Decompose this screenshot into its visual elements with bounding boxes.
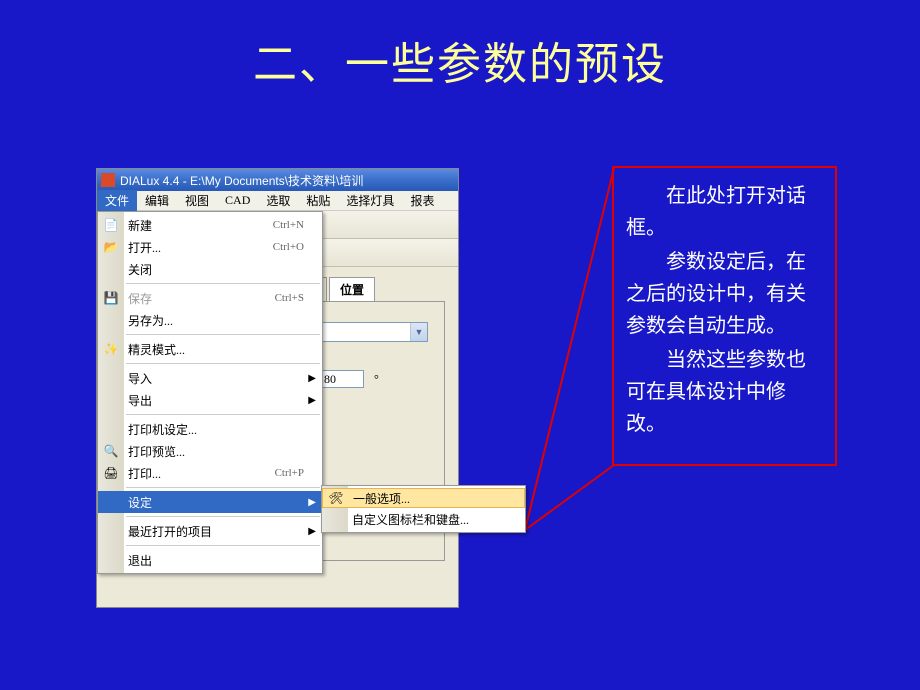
menu-separator — [126, 334, 320, 335]
menu-edit[interactable]: 编辑 — [137, 190, 177, 211]
settings-submenu: 🛠 一般选项... 自定义图标栏和键盘... — [321, 485, 526, 533]
mi-save-shortcut: Ctrl+S — [275, 292, 304, 304]
titlebar: DIALux 4.4 - E:\My Documents\技术资料\培训 — [97, 169, 458, 191]
save-icon: 💾 — [102, 289, 120, 307]
chevron-right-icon: ▶ — [308, 497, 316, 508]
mi-saveas-label: 另存为... — [128, 312, 173, 329]
menu-item-print-preview[interactable]: 🔍 打印预览... — [98, 440, 322, 462]
chevron-down-icon: ▼ — [410, 323, 427, 341]
width-unit: ° — [374, 372, 379, 387]
chevron-right-icon: ▶ — [308, 373, 316, 384]
menu-item-export[interactable]: 导出 ▶ — [98, 389, 322, 411]
menu-item-recent[interactable]: 最近打开的项目 ▶ — [98, 520, 322, 542]
menu-view[interactable]: 视图 — [177, 190, 217, 211]
wizard-icon: ✨ — [102, 340, 120, 358]
menu-separator — [126, 545, 320, 546]
window-title: DIALux 4.4 - E:\My Documents\技术资料\培训 — [120, 172, 363, 189]
menu-luminaire[interactable]: 选择灯具 — [338, 190, 402, 211]
new-file-icon: 📄 — [102, 216, 120, 234]
menu-item-open[interactable]: 📂 打开... Ctrl+O — [98, 236, 322, 258]
callout-box: 在此处打开对话框。 参数设定后，在之后的设计中，有关参数会自动生成。 当然这些参… — [612, 166, 837, 466]
mi-new-label: 新建 — [128, 217, 152, 234]
mi-wizard-label: 精灵模式... — [128, 341, 185, 358]
mi-settings-label: 设定 — [128, 494, 152, 511]
callout-p2: 参数设定后，在之后的设计中，有关参数会自动生成。 — [626, 246, 823, 342]
mi-preview-label: 打印预览... — [128, 443, 185, 460]
menu-item-import[interactable]: 导入 ▶ — [98, 367, 322, 389]
menu-separator — [126, 487, 320, 488]
mi-new-shortcut: Ctrl+N — [273, 219, 304, 231]
chevron-right-icon: ▶ — [308, 526, 316, 537]
mi-close-label: 关闭 — [128, 261, 152, 278]
menu-separator — [126, 414, 320, 415]
print-icon: 🖨 — [102, 464, 120, 482]
menu-separator — [126, 283, 320, 284]
menu-item-printer-setup[interactable]: 打印机设定... — [98, 418, 322, 440]
mi-print-label: 打印... — [128, 465, 161, 482]
menu-separator — [126, 363, 320, 364]
menu-item-settings[interactable]: 设定 ▶ — [98, 491, 322, 513]
menu-file[interactable]: 文件 — [97, 190, 137, 211]
sub-general-label: 一般选项... — [353, 490, 410, 507]
mi-print-shortcut: Ctrl+P — [275, 467, 304, 479]
menu-item-exit[interactable]: 退出 — [98, 549, 322, 571]
callout-p3: 当然这些参数也可在具体设计中修改。 — [626, 344, 823, 440]
mi-printer-label: 打印机设定... — [128, 421, 197, 438]
menu-item-save[interactable]: 💾 保存 Ctrl+S — [98, 287, 322, 309]
open-folder-icon: 📂 — [102, 238, 120, 256]
menu-select[interactable]: 选取 — [258, 190, 298, 211]
mi-export-label: 导出 — [128, 392, 152, 409]
slide-title: 二、一些参数的预设 — [0, 0, 920, 92]
mi-open-label: 打开... — [128, 239, 161, 256]
file-dropdown: 📄 新建 Ctrl+N 📂 打开... Ctrl+O 关闭 💾 保存 Ctrl+… — [97, 211, 323, 574]
menu-item-saveas[interactable]: 另存为... — [98, 309, 322, 331]
menu-report[interactable]: 报表 — [402, 190, 442, 211]
print-preview-icon: 🔍 — [102, 442, 120, 460]
mi-save-label: 保存 — [128, 290, 152, 307]
callout-p1: 在此处打开对话框。 — [626, 180, 823, 244]
tools-icon: 🛠 — [327, 489, 345, 507]
mi-exit-label: 退出 — [128, 552, 152, 569]
submenu-item-customize[interactable]: 自定义图标栏和键盘... — [322, 508, 525, 530]
menu-separator — [126, 516, 320, 517]
menu-item-new[interactable]: 📄 新建 Ctrl+N — [98, 214, 322, 236]
tab-position[interactable]: 位置 — [329, 277, 375, 301]
menu-item-close[interactable]: 关闭 — [98, 258, 322, 280]
sub-customize-label: 自定义图标栏和键盘... — [352, 511, 469, 528]
menu-cad[interactable]: CAD — [217, 191, 258, 210]
mi-import-label: 导入 — [128, 370, 152, 387]
menu-item-print[interactable]: 🖨 打印... Ctrl+P — [98, 462, 322, 484]
menu-paste[interactable]: 粘贴 — [298, 190, 338, 211]
chevron-right-icon: ▶ — [308, 395, 316, 406]
mi-recent-label: 最近打开的项目 — [128, 523, 212, 540]
menu-item-wizard[interactable]: ✨ 精灵模式... — [98, 338, 322, 360]
mi-open-shortcut: Ctrl+O — [273, 241, 304, 253]
app-icon — [101, 173, 115, 187]
submenu-item-general[interactable]: 🛠 一般选项... — [322, 488, 525, 508]
app-window: DIALux 4.4 - E:\My Documents\技术资料\培训 文件 … — [96, 168, 459, 608]
menubar: 文件 编辑 视图 CAD 选取 粘贴 选择灯具 报表 — [97, 191, 458, 211]
